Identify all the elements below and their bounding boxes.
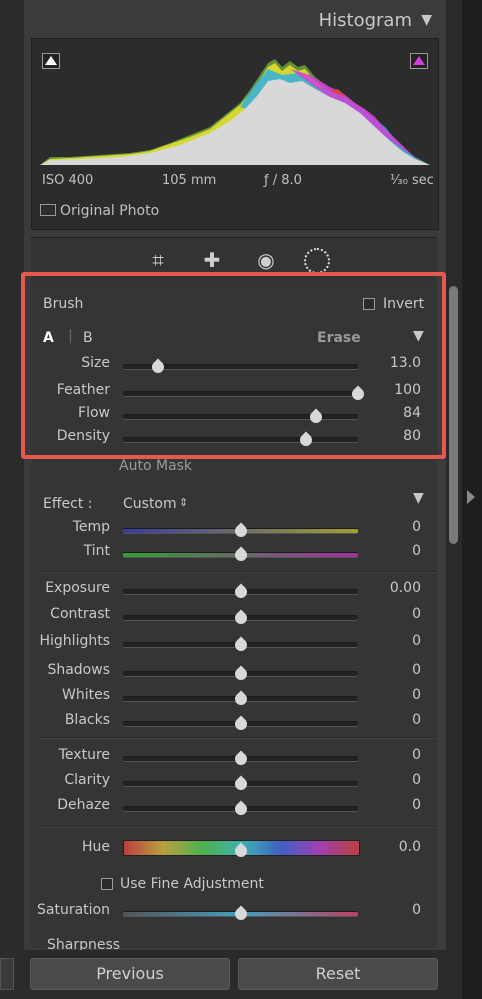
slider-label: Saturation xyxy=(37,902,110,918)
slider-label: Contrast xyxy=(50,606,110,622)
iso-readout: ISO 400 xyxy=(42,173,94,188)
slider-track[interactable] xyxy=(123,414,358,420)
healing-icon[interactable]: ✚ xyxy=(199,247,225,273)
slider-value[interactable]: 0 xyxy=(361,633,421,649)
section-divider xyxy=(40,737,436,739)
mask-icon[interactable] xyxy=(304,248,330,274)
slider-value[interactable]: 0 xyxy=(361,519,421,535)
collapse-triangle-icon[interactable]: ▼ xyxy=(421,12,432,28)
section-divider xyxy=(40,826,436,828)
effect-label: Effect : xyxy=(43,496,93,512)
slider-label: Feather xyxy=(56,382,110,398)
original-photo-label: Original Photo xyxy=(60,203,160,219)
slider-value[interactable]: 0 xyxy=(361,662,421,678)
right-panel-edge[interactable] xyxy=(462,0,482,999)
slider-value[interactable]: 0 xyxy=(361,902,421,918)
preset-stepper-icon[interactable]: ⇕ xyxy=(179,496,188,509)
slider-label: Clarity xyxy=(64,772,110,788)
focal-length-readout: 105 mm xyxy=(162,173,217,188)
shutter-readout: ¹⁄₃₀ sec xyxy=(390,173,434,188)
slider-label: Exposure xyxy=(45,580,110,596)
histogram-header[interactable]: Histogram ▼ xyxy=(24,0,446,38)
slider-label: Highlights xyxy=(39,633,111,649)
slider-value[interactable]: 0 xyxy=(361,712,421,728)
left-panel-button[interactable] xyxy=(0,958,14,990)
slider-label: Dehaze xyxy=(57,797,110,813)
slider-value[interactable]: 80 xyxy=(361,428,421,444)
slider-label: Shadows xyxy=(47,662,110,678)
slider-value[interactable]: 0 xyxy=(361,543,421,559)
slider-value[interactable]: 0.0 xyxy=(361,839,421,855)
fine-adjustment-label: Use Fine Adjustment xyxy=(120,876,264,892)
histogram-graph xyxy=(40,59,430,165)
histogram-panel: ISO 400 105 mm ƒ / 8.0 ¹⁄₃₀ sec Original… xyxy=(31,38,439,230)
effect-collapse-icon[interactable]: ▼ xyxy=(413,490,424,506)
slider-track[interactable] xyxy=(123,391,358,397)
slider-label: Tint xyxy=(83,543,110,559)
scrollbar-thumb[interactable] xyxy=(449,286,458,544)
slider-value[interactable]: 84 xyxy=(361,405,421,421)
slider-value[interactable]: 13.0 xyxy=(361,355,421,371)
slider-value[interactable]: 0.00 xyxy=(361,580,421,596)
checkbox-icon xyxy=(40,204,56,216)
slider-label: Flow xyxy=(78,405,110,421)
slider-value[interactable]: 0 xyxy=(361,687,421,703)
slider-label: Density xyxy=(56,428,110,444)
fine-adjustment-checkbox[interactable] xyxy=(101,878,113,890)
slider-value[interactable]: 0 xyxy=(361,772,421,788)
slider-label: Whites xyxy=(61,687,110,703)
slider-track[interactable] xyxy=(123,437,358,443)
slider-value[interactable]: 100 xyxy=(361,382,421,398)
slider-label: Blacks xyxy=(64,712,110,728)
histogram-title: Histogram xyxy=(318,10,412,31)
previous-button[interactable]: Previous xyxy=(30,958,230,990)
slider-value[interactable]: 0 xyxy=(361,747,421,763)
slider-label: Size xyxy=(81,355,110,371)
section-divider xyxy=(40,571,436,573)
slider-value[interactable]: 0 xyxy=(361,797,421,813)
collapse-arrow-icon[interactable] xyxy=(467,490,475,504)
slider-label: Temp xyxy=(72,519,110,535)
crop-icon[interactable]: ⌗ xyxy=(145,247,171,273)
red-eye-icon[interactable]: ◉ xyxy=(253,247,279,273)
original-photo-checkbox[interactable]: Original Photo xyxy=(40,203,159,219)
slider-label: Texture xyxy=(58,747,110,763)
aperture-readout: ƒ / 8.0 xyxy=(264,173,302,188)
slider-value[interactable]: 0 xyxy=(361,606,421,622)
reset-button[interactable]: Reset xyxy=(238,958,438,990)
effect-preset-select[interactable]: Custom xyxy=(123,496,177,512)
slider-label: Hue xyxy=(81,839,110,855)
